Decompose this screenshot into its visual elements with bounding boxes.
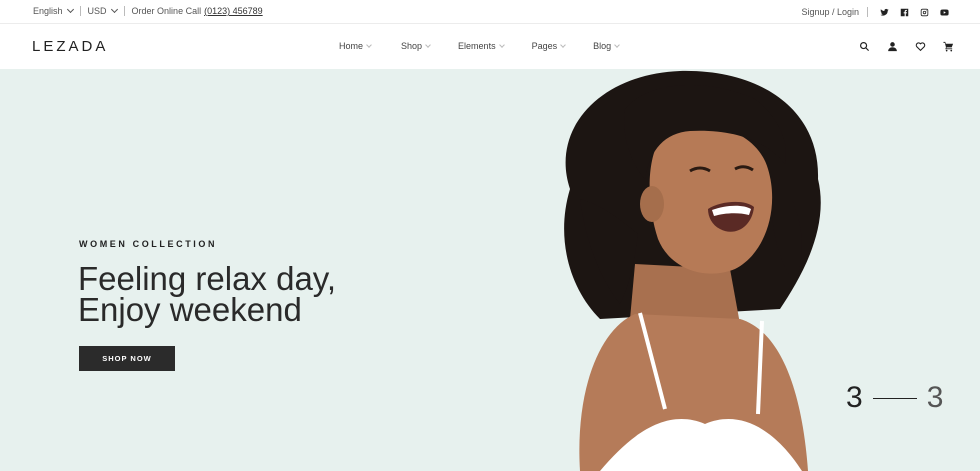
signup-login-link[interactable]: Signup / Login	[801, 7, 859, 17]
hero-headline-line1: Feeling relax day,	[78, 260, 337, 297]
chevron-down-icon	[66, 5, 74, 14]
divider	[872, 397, 917, 399]
nav-shop[interactable]: Shop	[401, 41, 431, 51]
user-icon[interactable]	[886, 40, 898, 52]
chevron-down-icon	[560, 41, 566, 48]
chevron-down-icon	[614, 41, 620, 48]
nav-label: Pages	[531, 41, 558, 51]
top-bar-right: Signup / Login	[801, 6, 950, 18]
order-online-label: Order Online Call	[131, 6, 202, 16]
currency-select[interactable]: USD	[87, 5, 118, 16]
hero-eyebrow: WOMEN COLLECTION	[79, 239, 218, 249]
slide-total: 3	[926, 381, 944, 414]
phone-link[interactable]: (0123) 456789	[204, 6, 263, 16]
top-bar-left: English USD Order Online Call (0123) 456…	[33, 5, 263, 16]
nav-home[interactable]: Home	[339, 41, 372, 51]
main-nav: Home Shop Elements Pages Blog	[339, 41, 620, 51]
hero-slider: WOMEN COLLECTION Feeling relax day, Enjo…	[0, 69, 980, 471]
site-logo[interactable]: LEZADA	[32, 38, 108, 55]
slide-counter: 3 3	[846, 381, 943, 415]
nav-blog[interactable]: Blog	[593, 41, 620, 51]
twitter-icon[interactable]	[878, 6, 890, 18]
top-bar: English USD Order Online Call (0123) 456…	[0, 0, 980, 24]
shop-now-button[interactable]: SHOP NOW	[79, 346, 175, 371]
language-select[interactable]: English	[33, 5, 74, 16]
divider	[123, 6, 125, 16]
search-icon[interactable]	[858, 40, 870, 52]
language-label: English	[33, 6, 63, 16]
chevron-down-icon	[425, 41, 431, 48]
currency-label: USD	[87, 6, 107, 16]
hero-headline: Feeling relax day, Enjoy weekend	[78, 260, 337, 328]
cart-icon[interactable]	[942, 40, 954, 52]
nav-label: Shop	[401, 41, 423, 51]
nav-label: Elements	[458, 41, 496, 51]
hero-headline-line2: Enjoy weekend	[78, 291, 302, 328]
nav-label: Home	[339, 41, 364, 51]
hero-model-image	[564, 70, 821, 471]
youtube-icon[interactable]	[938, 6, 950, 18]
nav-elements[interactable]: Elements	[458, 41, 505, 51]
chevron-down-icon	[110, 5, 118, 14]
chevron-down-icon	[498, 41, 505, 48]
divider	[79, 6, 81, 16]
instagram-icon[interactable]	[918, 6, 930, 18]
main-header: LEZADA Home Shop Elements Pages Blog	[0, 24, 980, 69]
header-icons	[842, 40, 954, 52]
nav-pages[interactable]: Pages	[532, 41, 566, 51]
heart-icon[interactable]	[914, 40, 926, 52]
facebook-icon[interactable]	[898, 6, 910, 18]
chevron-down-icon	[366, 41, 372, 48]
slide-current: 3	[846, 381, 863, 414]
divider	[867, 7, 868, 17]
nav-label: Blog	[593, 41, 612, 51]
